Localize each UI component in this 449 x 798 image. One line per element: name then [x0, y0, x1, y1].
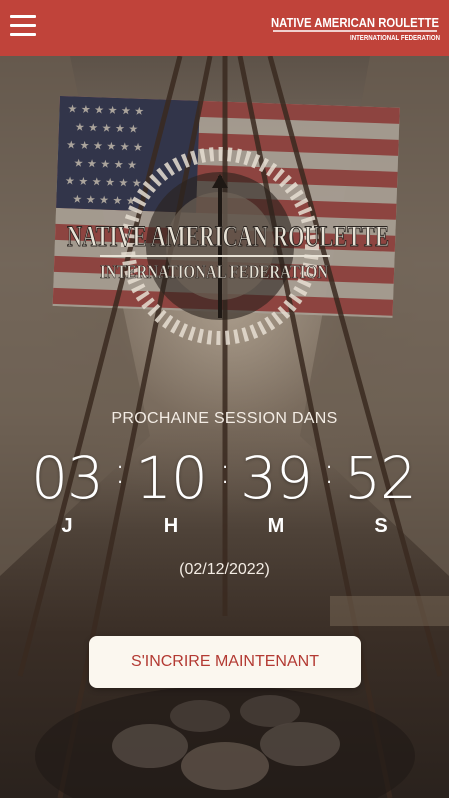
countdown-hours: 10: [135, 444, 208, 512]
unit-seconds-label: S: [374, 515, 388, 537]
register-now-button[interactable]: S'INCRIRE MAINTENANT: [89, 636, 361, 688]
countdown-timer: 03 : 10 : 39 : 52: [0, 440, 449, 520]
countdown-separator: :: [323, 451, 336, 492]
top-bar: NATIVE AMERICAN ROULETTE INTERNATIONAL F…: [0, 0, 449, 56]
countdown-separator: :: [219, 451, 232, 492]
header-logo-line1: NATIVE AMERICAN ROULETTE: [271, 15, 439, 30]
countdown-seconds: 52: [344, 444, 417, 512]
countdown-days: 03: [31, 444, 104, 512]
header-logo-line2: INTERNATIONAL FEDERATION: [350, 35, 440, 42]
next-session-label: PROCHAINE SESSION DANS: [111, 410, 338, 427]
hamburger-menu-icon[interactable]: [10, 13, 36, 39]
unit-minutes-label: M: [267, 515, 285, 537]
session-date: (02/12/2022): [179, 561, 270, 578]
unit-hours-label: H: [163, 515, 179, 537]
menu-line: [10, 15, 36, 18]
countdown-separator: :: [114, 451, 127, 492]
menu-line: [10, 24, 36, 27]
header-logo[interactable]: NATIVE AMERICAN ROULETTE INTERNATIONAL F…: [269, 10, 441, 44]
hero-logo-line1: NATIVE AMERICAN ROULETTE: [67, 220, 389, 253]
unit-days-label: J: [61, 515, 73, 537]
countdown-minutes: 39: [240, 444, 313, 512]
menu-line: [10, 33, 36, 36]
hero-logo-line2: INTERNATIONAL FEDERATION: [100, 262, 328, 283]
